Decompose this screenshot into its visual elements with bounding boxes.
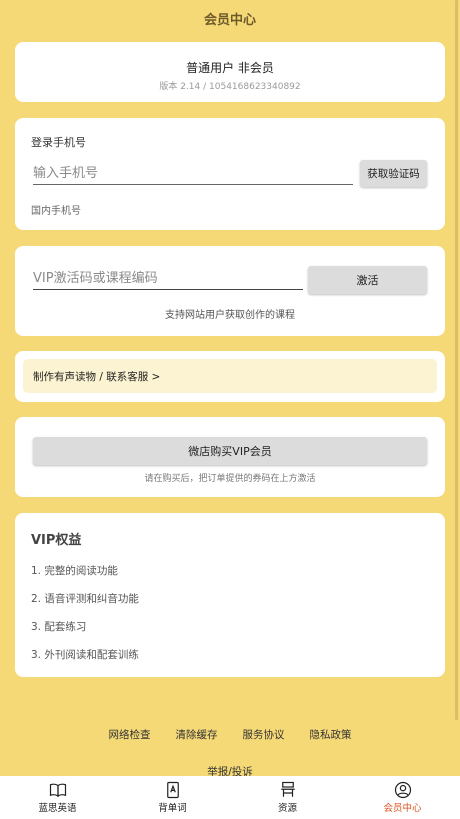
get-code-button[interactable]: 获取验证码 [360, 160, 427, 187]
nav-item-english[interactable]: 蓝思英语 [0, 776, 115, 819]
benefit-item: 3. 配套练习 [31, 621, 87, 633]
benefits-card: VIP权益 1. 完整的阅读功能 2. 语音评测和纠音功能 3. 配套练习 3.… [15, 513, 445, 677]
benefits-title: VIP权益 [31, 533, 82, 548]
user-card: 普通用户 非会员 版本 2.14 / 1054168623340892 [15, 42, 445, 102]
user-icon [394, 781, 411, 799]
buy-vip-button[interactable]: 微店购买VIP会员 [33, 437, 427, 465]
version-info: 版本 2.14 / 1054168623340892 [159, 82, 301, 92]
wordbook-icon [166, 781, 179, 799]
login-card: 登录手机号 获取验证码 国内手机号 [15, 118, 445, 230]
login-title: 登录手机号 [31, 136, 86, 149]
nav-item-words[interactable]: 背单词 [115, 776, 230, 819]
desk-icon [280, 781, 295, 797]
clear-cache-link[interactable]: 清除缓存 [176, 727, 218, 742]
benefit-item: 2. 语音评测和纠音功能 [31, 593, 139, 605]
benefit-item: 1. 完整的阅读功能 [31, 565, 118, 577]
footer-links: 网络检查 清除缓存 服务协议 隐私政策 [0, 727, 460, 742]
book-icon [49, 783, 66, 798]
phone-hint: 国内手机号 [31, 206, 81, 217]
page-title: 会员中心 [203, 12, 256, 28]
service-agreement-link[interactable]: 服务协议 [243, 727, 285, 742]
privacy-policy-link[interactable]: 隐私政策 [310, 727, 352, 742]
vip-hint: 支持网站用户获取创作的课程 [165, 310, 295, 321]
bottom-nav: 蓝思英语 背单词 资源 会员中心 [0, 776, 460, 819]
vip-code-card: 激活 支持网站用户获取创作的课程 [15, 246, 445, 336]
benefit-item: 3. 外刊阅读和配套训练 [31, 649, 139, 661]
phone-input[interactable] [33, 163, 353, 185]
nav-item-resources[interactable]: 资源 [230, 776, 345, 819]
scrollbar[interactable] [455, 0, 458, 720]
nav-item-member[interactable]: 会员中心 [345, 776, 460, 819]
nav-label: 蓝思英语 [38, 803, 77, 814]
buy-card: 微店购买VIP会员 请在购买后，把订单提供的券码在上方激活 [15, 417, 445, 497]
nav-label: 会员中心 [383, 803, 422, 814]
nav-label: 资源 [277, 803, 297, 814]
buy-hint: 请在购买后，把订单提供的券码在上方激活 [144, 474, 316, 484]
network-check-link[interactable]: 网络检查 [109, 727, 151, 742]
user-type: 普通用户 非会员 [186, 61, 274, 75]
activate-button[interactable]: 激活 [308, 266, 427, 294]
service-card: 制作有声读物 / 联系客服 > [15, 351, 445, 402]
vip-code-input[interactable] [33, 268, 303, 290]
contact-service-link[interactable]: 制作有声读物 / 联系客服 > [23, 359, 437, 393]
nav-label: 背单词 [158, 803, 187, 814]
